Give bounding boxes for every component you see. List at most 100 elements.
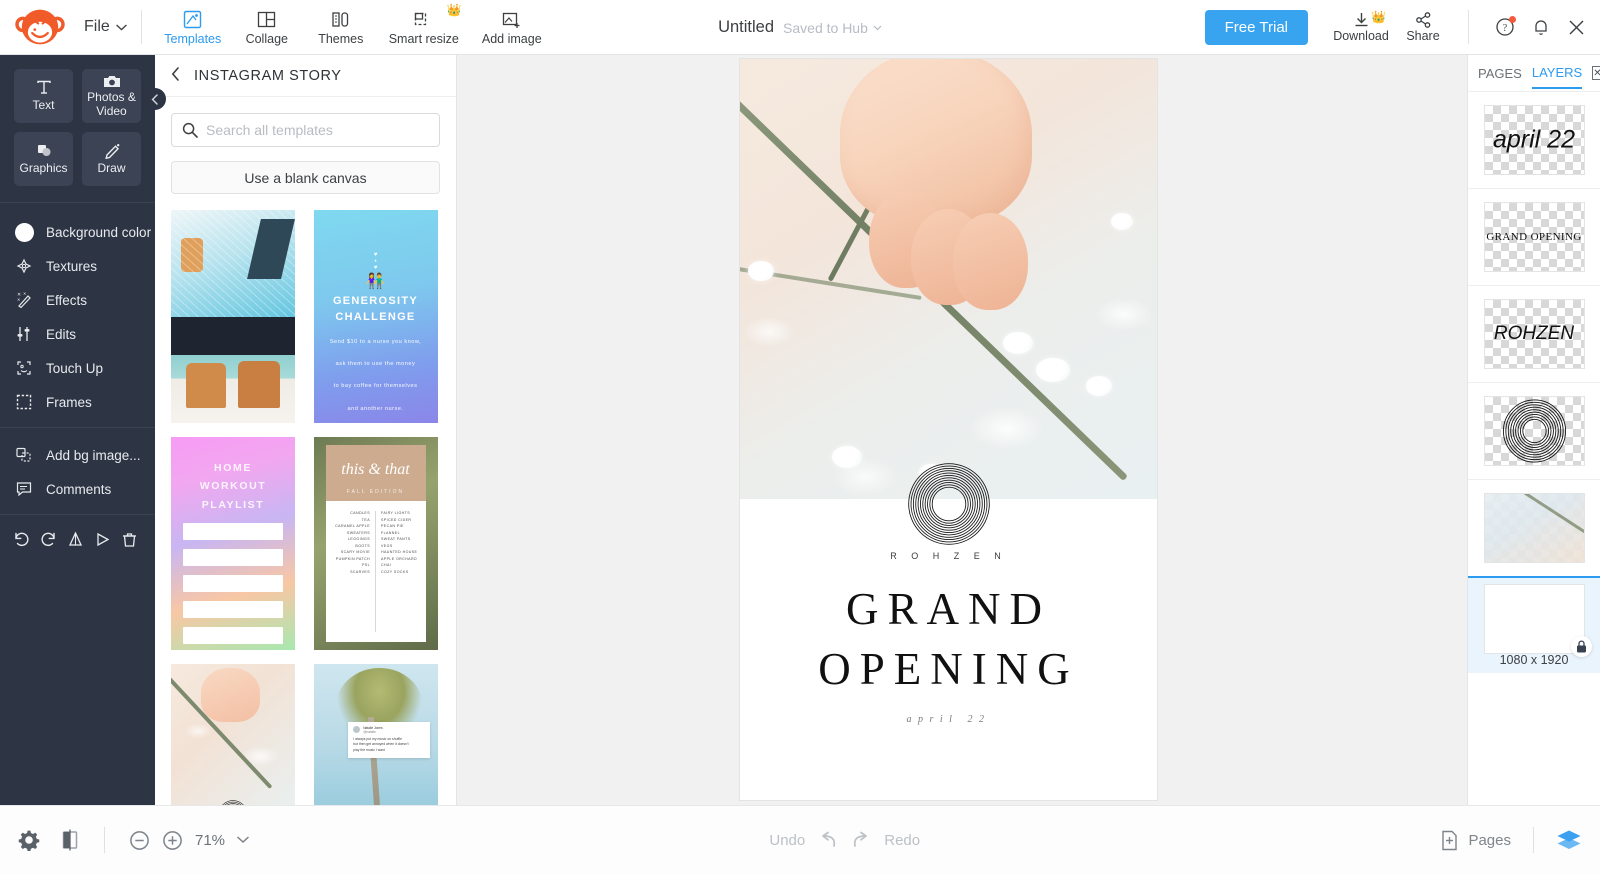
canvas-date-text[interactable]: april 22 bbox=[740, 714, 1157, 725]
bell-icon[interactable] bbox=[1532, 18, 1550, 37]
list-item: VEGS bbox=[381, 543, 393, 548]
layer-rohzen[interactable]: ROHZEN bbox=[1468, 285, 1600, 382]
document-title[interactable]: Untitled bbox=[718, 18, 774, 37]
rail-button-photos-video[interactable]: Photos & Video bbox=[82, 69, 141, 123]
layer-background[interactable]: 1080 x 1920 bbox=[1468, 576, 1600, 673]
share-icon bbox=[1415, 11, 1430, 28]
layer-logo-rings[interactable] bbox=[1468, 382, 1600, 479]
chevron-down-icon[interactable] bbox=[237, 836, 249, 844]
rail-primary-tools: Text Photos & Video Graphics Draw bbox=[0, 55, 155, 202]
rail-button-draw[interactable]: Draw bbox=[82, 132, 141, 186]
add-pages-button[interactable]: Pages bbox=[1440, 830, 1511, 851]
layers-stack-icon[interactable] bbox=[1556, 829, 1582, 852]
undo-label: Undo bbox=[769, 831, 806, 849]
template-thumb-sailing-boots[interactable] bbox=[171, 210, 295, 423]
rail-item-edits-label: Edits bbox=[46, 326, 77, 342]
trash-icon[interactable] bbox=[116, 526, 143, 553]
search-icon bbox=[182, 122, 198, 143]
saved-status[interactable]: Saved to Hub bbox=[783, 20, 882, 36]
close-panel-icon[interactable]: ✕ bbox=[1592, 66, 1600, 80]
layer-thumbnail: april 22 bbox=[1483, 105, 1585, 175]
tab-pages[interactable]: PAGES bbox=[1478, 58, 1522, 88]
blossom bbox=[1002, 331, 1033, 354]
list-item: CANDLES bbox=[350, 511, 370, 515]
zoom-in-icon[interactable] bbox=[162, 830, 183, 851]
layer-april-22[interactable]: april 22 bbox=[1468, 91, 1600, 188]
list-item: BOOTS bbox=[355, 543, 370, 548]
rail-item-edits[interactable]: Edits bbox=[0, 317, 155, 351]
effects-wand-icon: ✕ ✕ ✕ bbox=[14, 291, 34, 309]
rail-history-actions bbox=[0, 515, 155, 564]
rail-item-comments[interactable]: Comments bbox=[0, 472, 155, 506]
canvas-headline-1[interactable]: GRAND bbox=[740, 587, 1157, 632]
canvas-headline-2[interactable]: OPENING bbox=[740, 647, 1157, 692]
list-item: PECAN PIE bbox=[381, 524, 404, 528]
rail-item-effects[interactable]: ✕ ✕ ✕ Effects bbox=[0, 283, 155, 317]
divider bbox=[1468, 10, 1469, 44]
rail-item-touch-up[interactable]: Touch Up bbox=[0, 351, 155, 385]
back-button[interactable] bbox=[171, 66, 180, 85]
tab-add-image-label: Add image bbox=[481, 32, 542, 46]
compare-panels-icon[interactable] bbox=[60, 829, 80, 851]
undo-button[interactable]: Undo bbox=[769, 831, 838, 850]
rail-item-frames[interactable]: Frames bbox=[0, 385, 155, 419]
rail-button-text[interactable]: Text bbox=[14, 69, 73, 123]
rail-item-textures[interactable]: Textures bbox=[0, 249, 155, 283]
tab-templates[interactable]: Templates bbox=[156, 0, 230, 55]
concentric-rings-logo[interactable] bbox=[907, 462, 991, 546]
use-blank-canvas-button[interactable]: Use a blank canvas bbox=[171, 161, 440, 194]
free-trial-button[interactable]: Free Trial bbox=[1204, 9, 1308, 45]
tab-themes[interactable]: Themes bbox=[304, 0, 378, 55]
layer-thumbnail: GRAND OPENING bbox=[1483, 202, 1585, 272]
gear-icon[interactable] bbox=[18, 829, 40, 851]
template-thumb-home-workout-playlist[interactable]: HOME WORKOUT PLAYLIST bbox=[171, 437, 295, 650]
rail-item-add-bg-image[interactable]: Add bg image... bbox=[0, 438, 155, 472]
template-thumb-generosity-challenge[interactable]: ♥ • ♥ 👫 GENEROSITY CHALLENGE Send $10 to a… bbox=[313, 210, 438, 423]
smart-resize-icon bbox=[414, 8, 433, 30]
search-input[interactable] bbox=[206, 122, 439, 138]
layer-thumb-text: ROHZEN bbox=[1493, 323, 1575, 344]
list-item: CARAMEL APPLE bbox=[335, 524, 370, 528]
layers-pages-panel: PAGES LAYERS ✕ april 22 GRAND OPENING RO… bbox=[1467, 55, 1600, 805]
help-circle-icon[interactable]: ? bbox=[1495, 16, 1516, 37]
close-icon[interactable] bbox=[1567, 18, 1586, 37]
download-button[interactable]: 👑 Download bbox=[1330, 10, 1392, 43]
chevron-down-icon bbox=[116, 24, 127, 31]
search-templates-box[interactable] bbox=[171, 113, 440, 147]
tab-layers[interactable]: LAYERS bbox=[1531, 57, 1583, 89]
template-thumb-grand-opening[interactable]: ROHZEN GRAND bbox=[171, 664, 295, 805]
blossom bbox=[1111, 213, 1134, 230]
file-menu[interactable]: File bbox=[80, 18, 141, 36]
canvas-brand-text[interactable]: R O H Z E N bbox=[740, 551, 1157, 561]
template-thumb-palm-tweet[interactable]: Natalie Jones @natalie I always put my m… bbox=[313, 664, 438, 805]
app-logo[interactable] bbox=[0, 7, 80, 47]
design-canvas[interactable]: R O H Z E N GRAND OPENING april 22 bbox=[740, 59, 1157, 800]
tab-add-image[interactable]: Add image bbox=[470, 0, 554, 55]
undo-icon[interactable] bbox=[8, 526, 35, 553]
zoom-level-label[interactable]: 71% bbox=[195, 832, 225, 849]
redo-button[interactable]: Redo bbox=[851, 831, 920, 850]
redo-icon[interactable] bbox=[35, 526, 62, 553]
layer-photo[interactable] bbox=[1468, 479, 1600, 576]
template-thumb-this-and-that[interactable]: this & that FALL EDITION CANDLES TEA CAR… bbox=[313, 437, 438, 650]
share-button[interactable]: Share bbox=[1392, 11, 1454, 43]
layer-grand-opening[interactable]: GRAND OPENING bbox=[1468, 188, 1600, 285]
add-image-icon bbox=[502, 8, 521, 30]
playlist-row bbox=[183, 575, 283, 593]
rail-item-background-color[interactable]: Background color bbox=[0, 215, 155, 249]
flip-vertical-icon[interactable] bbox=[62, 526, 89, 553]
canvas-workspace[interactable]: R O H Z E N GRAND OPENING april 22 bbox=[457, 55, 1467, 805]
layer-thumb-text: GRAND OPENING bbox=[1486, 231, 1582, 243]
tab-collage[interactable]: Collage bbox=[230, 0, 304, 55]
collapse-panel-button[interactable] bbox=[144, 88, 166, 110]
flip-horizontal-icon[interactable] bbox=[89, 526, 116, 553]
thumb-title-1: HOME bbox=[214, 462, 252, 474]
canvas-photo-layer[interactable] bbox=[740, 59, 1157, 499]
zoom-out-icon[interactable] bbox=[129, 830, 150, 851]
rail-button-graphics[interactable]: Graphics bbox=[14, 132, 73, 186]
list-item: SWEATERS bbox=[346, 530, 370, 535]
tweet-author-name: Natalie Jones bbox=[363, 725, 383, 730]
svg-text:?: ? bbox=[1503, 23, 1508, 34]
download-icon bbox=[1355, 12, 1367, 26]
tab-smart-resize[interactable]: 👑 Smart resize bbox=[378, 0, 470, 55]
